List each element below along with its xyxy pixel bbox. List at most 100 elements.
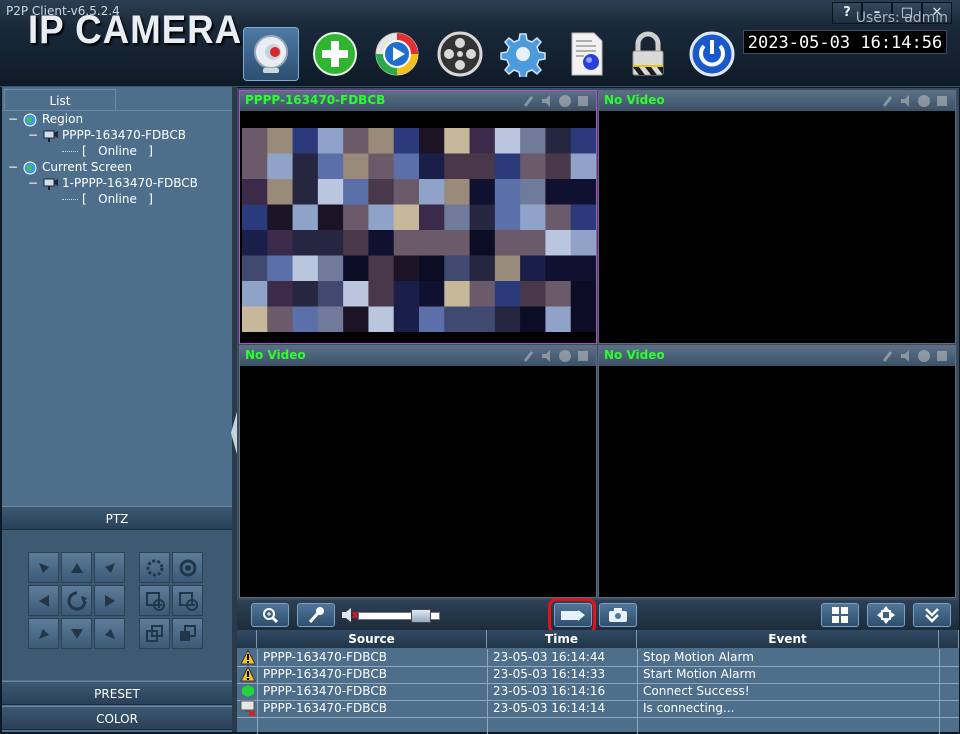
lock-button[interactable] <box>620 27 676 81</box>
collapse-icon[interactable]: − <box>28 128 38 142</box>
speaker-icon[interactable] <box>340 606 358 624</box>
table-row[interactable]: PPPP-163470-FDBCB 23-05-03 16:14:16 Conn… <box>237 683 959 701</box>
iris-open-button[interactable] <box>139 618 170 649</box>
video-pixel-block <box>570 255 597 282</box>
ptz-down-left-button[interactable] <box>28 618 59 649</box>
ptz-down-button[interactable] <box>61 618 92 649</box>
audio-icon[interactable] <box>540 94 554 108</box>
table-row[interactable]: PPPP-163470-FDBCB 23-05-03 16:14:14 Is c… <box>237 700 959 718</box>
video-pixel-block <box>469 204 496 231</box>
alarm-icon[interactable] <box>576 94 590 108</box>
log-time: 23-05-03 16:14:33 <box>493 667 606 681</box>
log-event: Start Motion Alarm <box>643 667 756 681</box>
alarm-icon[interactable] <box>576 349 590 363</box>
video-pixel-block <box>520 204 546 231</box>
collapse-icon[interactable]: − <box>8 112 18 126</box>
record-button[interactable] <box>432 27 488 81</box>
table-row[interactable]: PPPP-163470-FDBCB 23-05-03 16:14:33 Star… <box>237 666 959 684</box>
preset-header[interactable]: PRESET <box>2 681 232 705</box>
arrow-up-left-icon <box>38 562 49 573</box>
column-divider <box>939 683 940 700</box>
collapse-icon[interactable]: − <box>8 160 18 174</box>
digital-zoom-button[interactable] <box>251 603 289 627</box>
video-pixel-block <box>444 179 471 205</box>
add-device-button[interactable] <box>307 27 363 81</box>
audio-icon[interactable] <box>899 349 913 363</box>
video-panel-4[interactable]: No Video <box>598 345 956 598</box>
record-status-icon[interactable] <box>558 94 572 108</box>
column-divider <box>637 683 638 700</box>
record-status-icon[interactable] <box>917 94 931 108</box>
record-status-icon[interactable] <box>917 349 931 363</box>
log-header-source[interactable]: Source <box>257 630 487 648</box>
ptz-auto-button[interactable] <box>61 585 92 616</box>
focus-far-button[interactable] <box>172 552 203 583</box>
arrow-up-right-icon <box>104 562 115 573</box>
video-pixel-block <box>343 306 369 333</box>
power-button[interactable] <box>684 27 740 81</box>
color-header[interactable]: COLOR <box>2 706 232 730</box>
collapse-log-button[interactable] <box>913 603 951 627</box>
record-status-icon[interactable] <box>558 349 572 363</box>
ptz-right-button[interactable] <box>94 585 125 616</box>
video-pixel-block <box>570 153 597 180</box>
zoom-out-button[interactable] <box>172 585 203 616</box>
video-pixel-block <box>242 230 268 256</box>
video-pixel-block <box>419 281 445 307</box>
snapshot-button[interactable] <box>599 603 637 627</box>
video-pixel-block <box>520 153 546 180</box>
video-panel-2[interactable]: No Video <box>598 90 956 344</box>
volume-slider-handle[interactable] <box>411 609 432 623</box>
talk-icon[interactable] <box>881 349 895 363</box>
audio-icon[interactable] <box>540 349 554 363</box>
talk-icon[interactable] <box>522 94 536 108</box>
column-divider <box>637 700 638 717</box>
ptz-up-left-button[interactable] <box>28 552 59 583</box>
video-pixel-block <box>393 281 420 307</box>
collapse-icon[interactable]: − <box>28 176 38 190</box>
settings-button[interactable] <box>495 27 551 81</box>
move-arrows-icon <box>877 606 895 624</box>
ptz-up-button[interactable] <box>61 552 92 583</box>
tab-list[interactable]: List <box>4 89 116 111</box>
iris-close-button[interactable] <box>172 618 203 649</box>
layout-button[interactable] <box>821 603 859 627</box>
video-pixel-block <box>368 128 395 154</box>
log-header-time[interactable]: Time <box>487 630 637 648</box>
alarm-icon[interactable] <box>935 94 949 108</box>
video-pixel-block <box>570 179 597 205</box>
video-pixel-block <box>545 179 572 205</box>
tree-line <box>62 151 78 152</box>
log-header-event[interactable]: Event <box>637 630 939 648</box>
video-panel-3[interactable]: No Video <box>239 345 597 598</box>
video-panel-1[interactable]: PPPP-163470-FDBCB <box>239 90 597 344</box>
video-pixel-block <box>419 153 445 180</box>
talk-icon[interactable] <box>522 349 536 363</box>
log-button[interactable] <box>558 27 614 81</box>
talk-button[interactable] <box>297 603 335 627</box>
tree-item-device[interactable]: PPPP-163470-FDBCB <box>62 128 186 142</box>
ptz-header[interactable]: PTZ <box>2 506 232 530</box>
alarm-icon[interactable] <box>935 349 949 363</box>
talk-icon[interactable] <box>881 94 895 108</box>
zoom-in-button[interactable] <box>139 585 170 616</box>
audio-icon[interactable] <box>899 94 913 108</box>
tree-item-region[interactable]: Region <box>42 112 83 126</box>
focus-near-button[interactable] <box>139 552 170 583</box>
table-row[interactable]: PPPP-163470-FDBCB 23-05-03 16:14:44 Stop… <box>237 649 959 667</box>
tree-item-current-screen[interactable]: Current Screen <box>42 160 132 174</box>
playback-button[interactable] <box>369 27 425 81</box>
camera-view-button[interactable] <box>243 27 299 81</box>
ptz-down-right-button[interactable] <box>94 618 125 649</box>
column-divider <box>487 717 488 734</box>
video-pixel-block <box>317 204 344 231</box>
video-pixel-block <box>368 230 395 256</box>
video-pixel-block <box>469 306 496 333</box>
fullscreen-button[interactable] <box>867 603 905 627</box>
tree-item-screen-device[interactable]: 1-PPPP-163470-FDBCB <box>62 176 198 190</box>
video-pixel-block <box>393 255 420 282</box>
video-pixel-block <box>494 281 521 307</box>
ptz-up-right-button[interactable] <box>94 552 125 583</box>
video-pixel-block <box>494 230 521 256</box>
ptz-left-button[interactable] <box>28 585 59 616</box>
